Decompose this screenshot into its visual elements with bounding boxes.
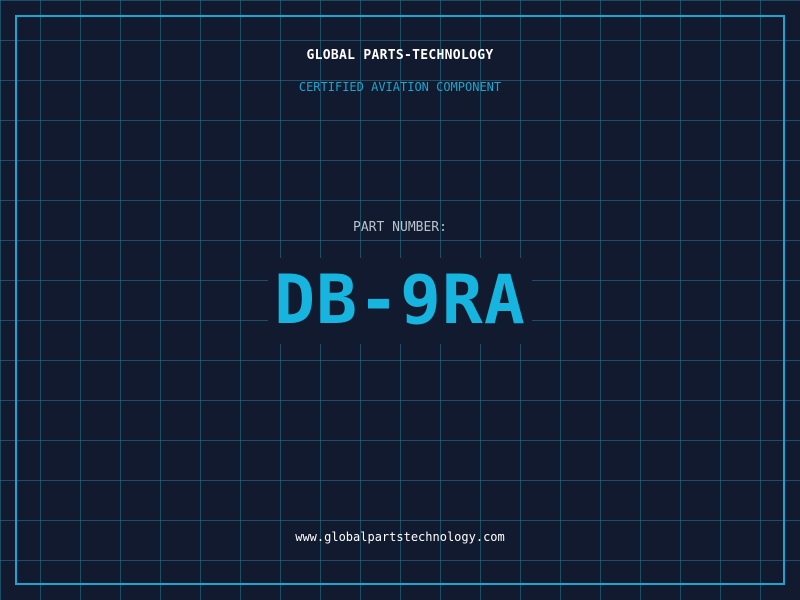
part-number-container: DB-9RA	[0, 258, 800, 344]
certification-tagline: CERTIFIED AVIATION COMPONENT	[298, 80, 502, 94]
website-url: www.globalpartstechnology.com	[295, 530, 505, 544]
part-number: DB-9RA	[268, 258, 532, 344]
label-card: GLOBAL PARTS-TECHNOLOGY CERTIFIED AVIATI…	[0, 0, 800, 600]
part-number-label: PART NUMBER:	[353, 220, 447, 235]
company-name: GLOBAL PARTS-TECHNOLOGY	[306, 48, 494, 63]
